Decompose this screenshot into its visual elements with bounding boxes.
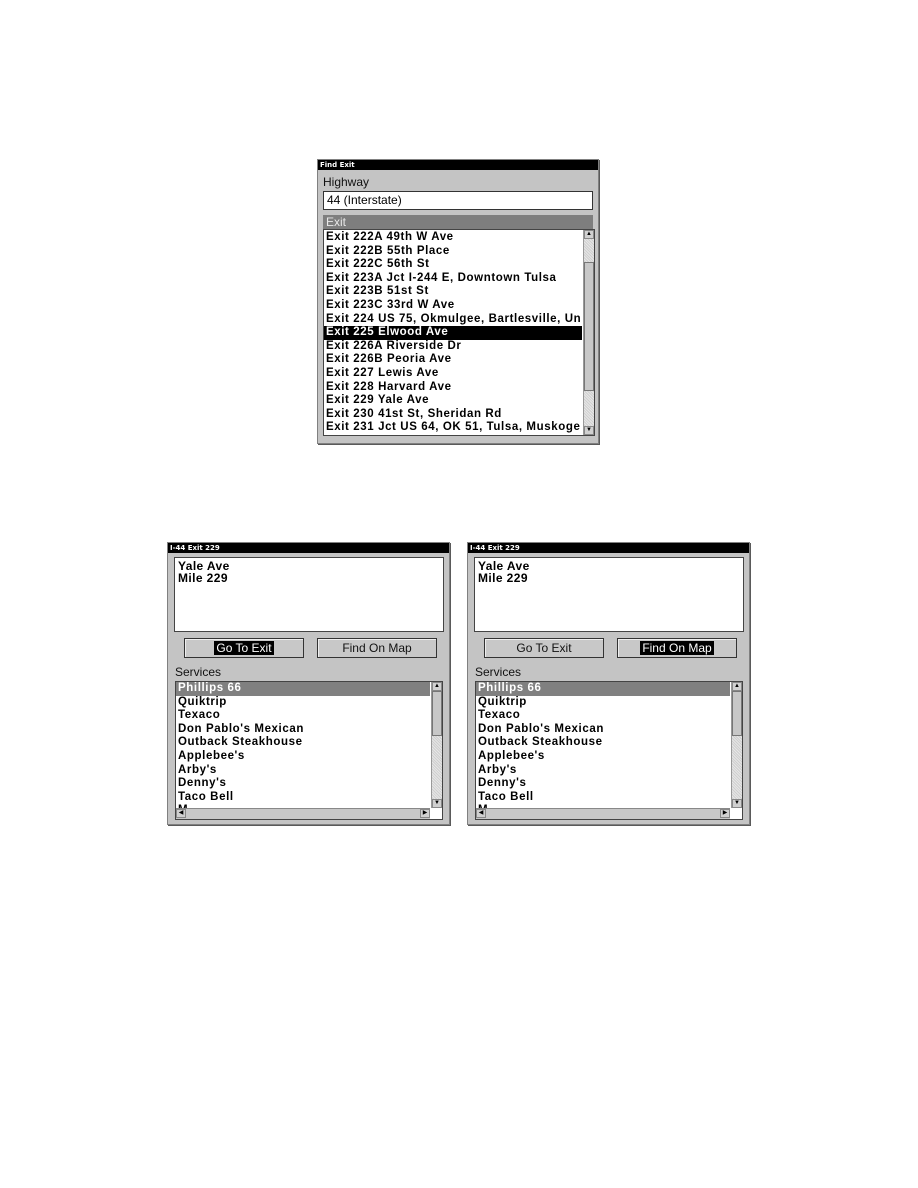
go-to-exit-label: Go To Exit — [516, 641, 572, 655]
go-to-exit-button[interactable]: Go To Exit — [484, 638, 604, 658]
highway-field[interactable]: 44 (Interstate) — [323, 191, 593, 210]
exit-list-item[interactable]: Exit 226A Riverside Dr — [324, 340, 582, 354]
exit-list-item[interactable]: Exit 222B 55th Place — [324, 245, 582, 259]
find-on-map-label: Find On Map — [640, 641, 714, 655]
service-list-item[interactable]: Don Pablo's Mexican — [176, 723, 430, 737]
scroll-up-icon[interactable]: ▲ — [584, 230, 594, 239]
exit-list-item[interactable]: Exit 223A Jct I-244 E, Downtown Tulsa — [324, 272, 582, 286]
find-exit-dialog: Find Exit Highway 44 (Interstate) Exit E… — [317, 159, 599, 444]
highway-label: Highway — [323, 175, 370, 189]
scroll-right-icon[interactable]: ▶ — [420, 809, 430, 818]
exit-section-header: Exit — [323, 215, 593, 229]
services-label: Services — [175, 665, 222, 679]
service-list-item[interactable]: Denny's — [176, 777, 430, 791]
exit-list-item[interactable]: Exit 228 Harvard Ave — [324, 381, 582, 395]
exit-list-item[interactable]: Exit 226B Peoria Ave — [324, 353, 582, 367]
dialog-title: Find Exit — [318, 160, 598, 170]
services-list[interactable]: Phillips 66 Quiktrip Texaco Don Pablo's Mex… — [175, 681, 443, 820]
service-list-item[interactable]: Outback Steakhouse — [476, 736, 730, 750]
service-list-item[interactable]: Applebee's — [176, 750, 430, 764]
exit-detail-dialog-left: I-44 Exit 229 Yale Ave Mile 229 Go To Ex… — [167, 542, 450, 825]
scrollbar-thumb[interactable] — [432, 691, 442, 736]
exit-info-box: Yale Ave Mile 229 — [174, 557, 444, 632]
dialog-title: I-44 Exit 229 — [168, 543, 449, 553]
scrollbar-thumb[interactable] — [732, 691, 742, 736]
scroll-left-icon[interactable]: ◀ — [176, 809, 186, 818]
service-list-item[interactable]: Applebee's — [476, 750, 730, 764]
exit-list[interactable]: Exit 222A 49th W Ave Exit 222B 55th Place… — [323, 229, 595, 436]
service-list-item[interactable]: Phillips 66 — [176, 682, 430, 696]
services-hscrollbar[interactable]: ◀ ▶ — [176, 808, 430, 819]
exit-list-item[interactable]: Exit 224 US 75, Okmulgee, Bartlesville, … — [324, 313, 582, 327]
exit-list-item[interactable]: Exit 230 41st St, Sheridan Rd — [324, 408, 582, 422]
service-list-item[interactable]: Quiktrip — [176, 696, 430, 710]
exit-list-item[interactable]: Exit 231 Jct US 64, OK 51, Tulsa, Muskog… — [324, 421, 582, 435]
go-to-exit-button[interactable]: Go To Exit — [184, 638, 304, 658]
services-label: Services — [475, 665, 522, 679]
scroll-up-icon[interactable]: ▲ — [732, 682, 742, 691]
find-on-map-button[interactable]: Find On Map — [317, 638, 437, 658]
exit-mile: Mile 229 — [178, 571, 228, 585]
exit-list-item[interactable]: Exit 222A 49th W Ave — [324, 231, 582, 245]
services-hscrollbar[interactable]: ◀ ▶ — [476, 808, 730, 819]
scroll-down-icon[interactable]: ▼ — [432, 799, 442, 808]
exit-list-scrollbar[interactable]: ▲ ▼ — [583, 230, 594, 435]
exit-info-box: Yale Ave Mile 229 — [474, 557, 744, 632]
find-on-map-label: Find On Map — [342, 641, 412, 655]
exit-list-item[interactable]: Exit 229 Yale Ave — [324, 394, 582, 408]
services-list-items: Phillips 66 Quiktrip Texaco Don Pablo's Mex… — [176, 682, 430, 808]
services-vscrollbar[interactable]: ▲ ▼ — [431, 682, 442, 808]
service-list-item[interactable]: Arby's — [176, 764, 430, 778]
exit-list-item[interactable]: Exit 227 Lewis Ave — [324, 367, 582, 381]
go-to-exit-label: Go To Exit — [214, 641, 274, 655]
exit-list-item[interactable]: Exit 223B 51st St — [324, 285, 582, 299]
service-list-item[interactable]: Texaco — [476, 709, 730, 723]
exit-detail-dialog-right: I-44 Exit 229 Yale Ave Mile 229 Go To Ex… — [467, 542, 750, 825]
service-list-item[interactable]: Phillips 66 — [476, 682, 730, 696]
scroll-down-icon[interactable]: ▼ — [732, 799, 742, 808]
services-list-items: Phillips 66 Quiktrip Texaco Don Pablo's Mex… — [476, 682, 730, 808]
scroll-right-icon[interactable]: ▶ — [720, 809, 730, 818]
dialog-title: I-44 Exit 229 — [468, 543, 749, 553]
service-list-item[interactable]: Texaco — [176, 709, 430, 723]
service-list-item[interactable]: Taco Bell — [176, 791, 430, 805]
scroll-down-icon[interactable]: ▼ — [584, 426, 594, 435]
services-vscrollbar[interactable]: ▲ ▼ — [731, 682, 742, 808]
scroll-left-icon[interactable]: ◀ — [476, 809, 486, 818]
find-on-map-button[interactable]: Find On Map — [617, 638, 737, 658]
service-list-item[interactable]: Denny's — [476, 777, 730, 791]
exit-mile: Mile 229 — [478, 571, 528, 585]
scrollbar-thumb[interactable] — [584, 262, 594, 391]
scroll-up-icon[interactable]: ▲ — [432, 682, 442, 691]
exit-list-item[interactable]: Exit 225 Elwood Ave — [324, 326, 582, 340]
exit-list-items: Exit 222A 49th W Ave Exit 222B 55th Place… — [324, 231, 582, 435]
exit-list-item[interactable]: Exit 223C 33rd W Ave — [324, 299, 582, 313]
service-list-item[interactable]: Quiktrip — [476, 696, 730, 710]
service-list-item[interactable]: Taco Bell — [476, 791, 730, 805]
service-list-item[interactable]: Arby's — [476, 764, 730, 778]
services-list[interactable]: Phillips 66 Quiktrip Texaco Don Pablo's Mex… — [475, 681, 743, 820]
service-list-item[interactable]: Outback Steakhouse — [176, 736, 430, 750]
service-list-item[interactable]: Don Pablo's Mexican — [476, 723, 730, 737]
exit-list-item[interactable]: Exit 222C 56th St — [324, 258, 582, 272]
